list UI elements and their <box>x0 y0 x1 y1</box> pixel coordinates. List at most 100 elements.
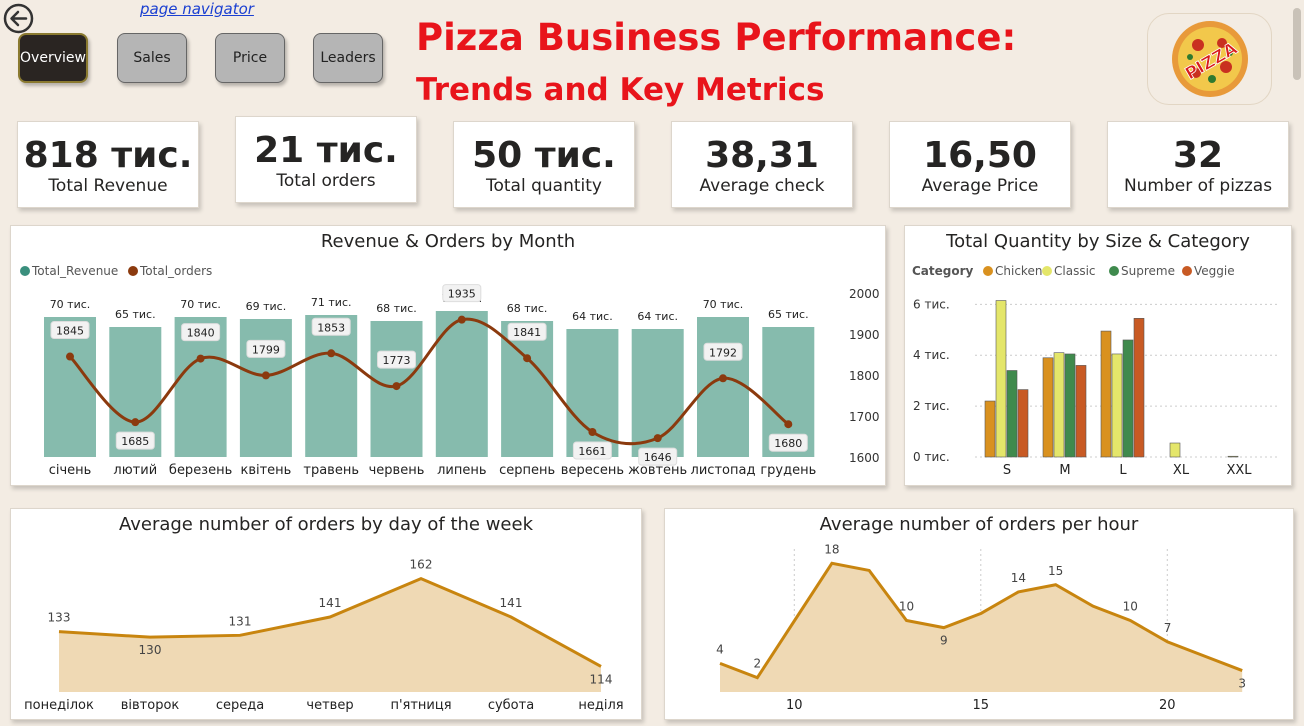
orders-data-label: 1792 <box>709 346 737 359</box>
overview-button[interactable]: Overview <box>18 33 88 83</box>
revenue-orders-panel: Revenue & Orders by Month Total_Revenue T… <box>10 225 886 486</box>
quantity-bar <box>984 400 996 458</box>
orders-data-label: 1685 <box>121 435 149 448</box>
data-label: 15 <box>1048 564 1063 578</box>
kpi-number-of-pizzas: 32 Number of pizzas <box>1107 121 1289 208</box>
revenue-bar <box>239 319 292 457</box>
kpi-label: Total Revenue <box>48 176 168 196</box>
data-label: 14 <box>1011 571 1026 585</box>
data-label: 130 <box>139 643 162 657</box>
orders-point <box>131 418 140 427</box>
orders-point <box>196 354 205 363</box>
data-label: 133 <box>48 611 71 625</box>
orders-point <box>261 371 270 380</box>
kpi-value: 21 тис. <box>254 130 398 171</box>
x-tick-label: липень <box>437 463 486 478</box>
quantity-bar <box>1042 357 1054 458</box>
legend-marker <box>983 266 993 276</box>
kpi-label: Total quantity <box>486 176 602 196</box>
orders-point <box>457 315 466 324</box>
kpi-total-quantity: 50 тис. Total quantity <box>453 121 635 208</box>
kpi-total-revenue: 818 тис. Total Revenue <box>17 121 199 208</box>
y-tick-label: 4 тис. <box>913 348 950 362</box>
x-tick-label: 20 <box>1159 698 1176 713</box>
orders-point <box>327 349 336 358</box>
x-tick-label: 15 <box>973 698 990 713</box>
kpi-label: Average check <box>699 176 825 196</box>
data-label: 18 <box>824 542 839 556</box>
price-button[interactable]: Price <box>215 33 285 83</box>
x-tick-label: S <box>1003 463 1011 478</box>
x-tick-label: 10 <box>786 698 803 713</box>
x-tick-label: серпень <box>499 463 555 478</box>
kpi-average-price: 16,50 Average Price <box>889 121 1071 208</box>
legend-marker-orders <box>128 266 138 276</box>
data-label: 7 <box>1164 621 1172 635</box>
quantity-bar <box>1122 339 1134 458</box>
quantity-bar <box>1075 365 1087 458</box>
kpi-total-orders: 21 тис. Total orders <box>235 116 417 203</box>
leaders-button[interactable]: Leaders <box>313 33 383 83</box>
quantity-bar <box>1227 455 1239 458</box>
revenue-data-label: 70 тис. <box>703 298 744 311</box>
y-tick-label: 0 тис. <box>913 450 950 464</box>
orders-data-label: 1773 <box>383 354 411 367</box>
x-tick-label: березень <box>169 463 232 478</box>
orders-point <box>784 420 793 429</box>
orders-data-label: 1840 <box>187 327 215 340</box>
orders-point <box>523 354 532 363</box>
kpi-value: 818 тис. <box>23 135 193 176</box>
page-navigator-link[interactable]: page navigator <box>140 0 254 18</box>
y2-tick-label: 2000 <box>849 287 880 301</box>
revenue-data-label: 68 тис. <box>376 302 417 315</box>
x-tick-label: XXL <box>1226 463 1252 478</box>
data-label: 141 <box>319 596 342 610</box>
legend-marker <box>1042 266 1052 276</box>
revenue-data-label: 68 тис. <box>507 302 548 315</box>
x-tick-label: субота <box>488 698 534 713</box>
x-tick-label: листопад <box>691 463 756 478</box>
legend-label: Supreme <box>1121 264 1175 278</box>
orders-per-hour-panel: Average number of orders per hour 10 15 20… <box>664 508 1294 720</box>
orders-data-label: 1680 <box>774 437 802 450</box>
legend-marker <box>1182 266 1192 276</box>
orders-point <box>66 352 74 361</box>
revenue-bar <box>697 317 749 457</box>
orders-by-day-panel: Average number of orders by day of the w… <box>10 508 642 720</box>
quantity-bar <box>1006 370 1018 458</box>
y2-tick-label: 1700 <box>849 410 880 424</box>
legend-label-revenue: Total_Revenue <box>31 264 118 278</box>
quantity-bar <box>995 300 1007 458</box>
data-label: 114 <box>590 672 613 686</box>
page-scrollbar[interactable] <box>1293 8 1301 80</box>
data-label: 3 <box>1238 677 1246 691</box>
revenue-orders-chart: Total_Revenue Total_orders 2000 1900 1800 170… <box>20 264 880 478</box>
x-tick-label: XL <box>1173 463 1190 478</box>
pizza-logo: PIZZA <box>1147 13 1272 105</box>
revenue-data-label: 64 тис. <box>572 310 613 323</box>
x-tick-label: грудень <box>760 463 816 478</box>
y-tick-label: 6 тис. <box>913 297 950 311</box>
kpi-value: 38,31 <box>705 135 819 176</box>
revenue-data-label: 65 тис. <box>115 308 156 321</box>
quantity-bar <box>1169 442 1181 458</box>
y2-tick-label: 1800 <box>849 369 880 383</box>
sales-button[interactable]: Sales <box>117 33 187 83</box>
data-label: 10 <box>899 600 914 614</box>
quantity-bar <box>1111 353 1123 458</box>
back-arrow-icon[interactable] <box>3 3 34 34</box>
x-tick-label: понеділок <box>24 698 94 713</box>
orders-data-label: 1646 <box>644 451 672 464</box>
legend-marker-revenue <box>20 266 30 276</box>
revenue-data-label: 69 тис. <box>246 300 287 313</box>
x-tick-label: п'ятниця <box>390 698 451 713</box>
data-label: 10 <box>1123 600 1138 614</box>
legend-label-orders: Total_orders <box>139 264 212 278</box>
kpi-average-check: 38,31 Average check <box>671 121 853 208</box>
quantity-size-panel: Total Quantity by Size & Category Catego… <box>904 225 1292 486</box>
x-tick-label: L <box>1119 463 1127 478</box>
x-tick-label: травень <box>303 463 359 478</box>
kpi-value: 32 <box>1172 135 1224 176</box>
data-label: 4 <box>716 642 724 656</box>
x-tick-label: вівторок <box>121 698 180 713</box>
